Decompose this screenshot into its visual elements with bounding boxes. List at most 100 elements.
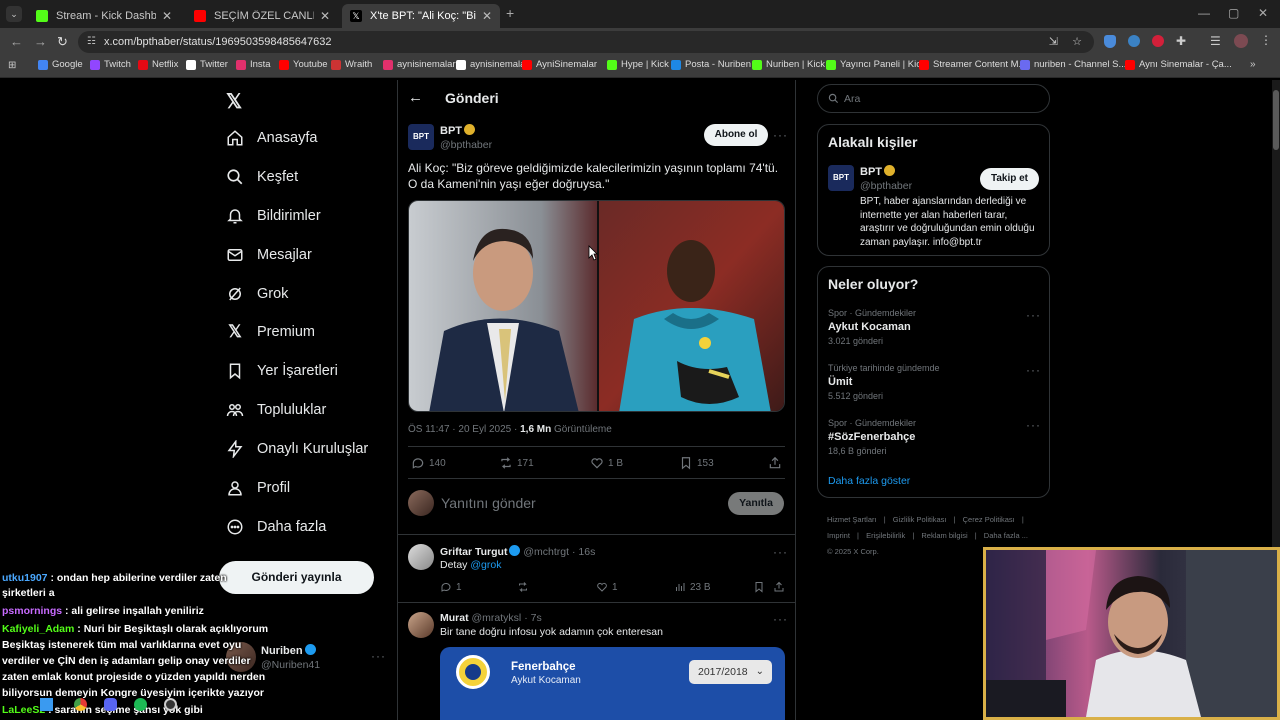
profile-avatar-icon[interactable] bbox=[1234, 34, 1248, 48]
apps-icon[interactable]: ⊞ bbox=[8, 60, 16, 71]
back-icon[interactable]: ← bbox=[10, 34, 23, 49]
bookmark-item[interactable]: Youtube bbox=[279, 59, 328, 70]
maximize-button[interactable]: ▢ bbox=[1228, 6, 1239, 20]
star-icon[interactable]: ☆ bbox=[1072, 31, 1082, 53]
install-icon[interactable]: ⇲ bbox=[1049, 31, 1058, 53]
reply-1[interactable]: Griftar Turgut @mchtrgt · 16s Detay @gro… bbox=[398, 535, 795, 602]
discord-icon[interactable] bbox=[104, 698, 117, 711]
bookmark-item[interactable]: Twitch bbox=[90, 59, 131, 70]
trend-more-icon[interactable]: ··· bbox=[1026, 363, 1041, 377]
chrome-icon[interactable] bbox=[74, 698, 87, 711]
reply-button[interactable]: Yanıtla bbox=[728, 492, 784, 515]
close-icon[interactable]: ✕ bbox=[320, 9, 330, 23]
window-close-button[interactable]: ✕ bbox=[1258, 6, 1268, 20]
reply-author-name[interactable]: Griftar Turgut bbox=[440, 546, 507, 558]
bookmark-item[interactable]: aynisinemalar bbox=[383, 59, 456, 70]
extension-shield-icon[interactable] bbox=[1104, 35, 1116, 48]
mention-link[interactable]: @grok bbox=[470, 559, 501, 571]
minimize-button[interactable]: — bbox=[1198, 6, 1210, 20]
like-action[interactable]: 1 B bbox=[590, 456, 623, 470]
bookmark-item[interactable]: Wraith bbox=[331, 59, 372, 70]
bookmark-action[interactable] bbox=[753, 581, 769, 593]
close-icon[interactable]: ✕ bbox=[162, 9, 172, 23]
site-info-icon[interactable]: ☷ bbox=[87, 31, 96, 53]
share-action[interactable] bbox=[768, 456, 786, 470]
bookmark-item[interactable]: Nuriben | Kick bbox=[752, 59, 825, 70]
tab-search-icon[interactable]: ⌄ bbox=[6, 6, 22, 22]
sidebar-item-more[interactable]: Daha fazla bbox=[226, 513, 326, 541]
post-image[interactable] bbox=[408, 200, 785, 412]
bookmark-item[interactable]: Posta - Nuriben bbox=[671, 59, 751, 70]
trend-item[interactable]: Türkiye tarihinde gündemde Ümit 5.512 gö… bbox=[828, 363, 1041, 401]
sidebar-item-premium[interactable]: 𝕏 Premium bbox=[226, 318, 315, 346]
sidebar-item-bookmarks[interactable]: Yer İşaretleri bbox=[226, 357, 338, 385]
trend-item[interactable]: Spor · Gündemdekiler Aykut Kocaman 3.021… bbox=[828, 308, 1041, 346]
address-bar[interactable]: ☷ x.com/bpthaber/status/1969503598485647… bbox=[78, 31, 1094, 53]
person-avatar[interactable]: BPT bbox=[828, 165, 854, 191]
windows-icon[interactable] bbox=[40, 698, 53, 711]
bookmark-item[interactable]: aynisinemalar bbox=[456, 59, 529, 70]
repost-action[interactable]: 171 bbox=[499, 456, 534, 470]
bookmark-action[interactable]: 153 bbox=[679, 456, 714, 470]
sidebar-item-grok[interactable]: Grok bbox=[226, 280, 288, 308]
spotify-icon[interactable] bbox=[134, 698, 147, 711]
post-button[interactable]: Gönderi yayınla bbox=[219, 561, 374, 594]
bookmark-item[interactable]: Hype | Kick bbox=[607, 59, 669, 70]
reply-more-icon[interactable]: ··· bbox=[773, 545, 788, 559]
sidebar-item-explore[interactable]: Keşfet bbox=[226, 163, 298, 191]
post-author-handle[interactable]: @bpthaber bbox=[440, 139, 492, 151]
sidebar-item-notifications[interactable]: Bildirimler bbox=[226, 202, 321, 230]
search-input[interactable]: Ara bbox=[817, 84, 1050, 113]
bookmark-item[interactable]: Twitter bbox=[186, 59, 228, 70]
season-select[interactable]: 2017/2018 ⌄ bbox=[689, 660, 772, 684]
scrollbar-thumb[interactable] bbox=[1273, 90, 1279, 150]
footer-link[interactable]: Hizmet Şartları bbox=[827, 515, 877, 524]
post-more-icon[interactable]: ··· bbox=[773, 128, 788, 142]
bookmark-item[interactable]: nuriben - Channel S... bbox=[1020, 59, 1126, 70]
reply-input[interactable]: Yanıtını gönder bbox=[441, 495, 536, 511]
like-action[interactable]: 1 bbox=[596, 581, 618, 593]
tab-youtube[interactable]: SEÇİM ÖZEL CANLI | Kulübü ✕ bbox=[186, 4, 338, 28]
extension-red-icon[interactable] bbox=[1152, 35, 1164, 47]
views-action[interactable]: 23 B bbox=[674, 581, 711, 593]
reply-author-name[interactable]: Murat bbox=[440, 612, 469, 624]
footer-link[interactable]: Erişilebilirlik bbox=[866, 531, 905, 540]
bookmark-item[interactable]: Insta bbox=[236, 59, 271, 70]
reply-action[interactable]: 1 bbox=[440, 581, 462, 593]
follow-button[interactable]: Takip et bbox=[980, 168, 1039, 190]
menu-icon[interactable]: ⋮ bbox=[1260, 33, 1272, 47]
trend-more-icon[interactable]: ··· bbox=[1026, 308, 1041, 322]
bookmark-item[interactable]: AyniSinemalar bbox=[522, 59, 597, 70]
back-arrow-icon[interactable]: ← bbox=[408, 89, 423, 106]
sidebar-item-home[interactable]: Anasayfa bbox=[226, 124, 317, 152]
repost-action[interactable] bbox=[517, 581, 533, 593]
footer-link[interactable]: Çerez Politikası bbox=[963, 515, 1015, 524]
tab-kick-dashboard[interactable]: Stream - Kick Dashboard ✕ bbox=[28, 4, 180, 28]
footer-link[interactable]: Daha fazla ... bbox=[984, 531, 1028, 540]
post-author-avatar[interactable]: BPT bbox=[408, 124, 434, 150]
share-action[interactable] bbox=[773, 581, 789, 593]
bookmark-item[interactable]: Netflix bbox=[138, 59, 178, 70]
x-logo-icon[interactable]: 𝕏 bbox=[226, 89, 242, 114]
person-name[interactable]: BPT bbox=[860, 166, 882, 178]
footer-link[interactable]: Gizlilik Politikası bbox=[893, 515, 947, 524]
subscribe-button[interactable]: Abone ol bbox=[704, 124, 768, 146]
sidebar-item-messages[interactable]: Mesajlar bbox=[226, 241, 312, 269]
show-more-link[interactable]: Daha fazla göster bbox=[828, 475, 910, 487]
bookmark-item[interactable]: Streamer Content M... bbox=[919, 59, 1026, 70]
reply-2[interactable]: Murat @mratyksl · 7s Bir tane doğru info… bbox=[398, 603, 795, 720]
footer-link[interactable]: Imprint bbox=[827, 531, 850, 540]
reload-icon[interactable]: ↻ bbox=[57, 34, 68, 50]
embedded-card[interactable]: Fenerbahçe Aykut Kocaman 2017/2018 ⌄ bbox=[440, 647, 785, 720]
new-tab-button[interactable]: + bbox=[506, 5, 514, 21]
forward-icon[interactable]: → bbox=[34, 34, 47, 49]
close-icon[interactable]: ✕ bbox=[482, 9, 492, 23]
sidebar-item-communities[interactable]: Topluluklar bbox=[226, 396, 326, 424]
post-author-name[interactable]: BPT bbox=[440, 125, 462, 137]
bookmark-item[interactable]: Aynı Sinemalar - Ça... bbox=[1125, 59, 1232, 70]
media-icon[interactable]: ☰ bbox=[1210, 34, 1221, 48]
tab-x-post[interactable]: 𝕏 X'te BPT: "Ali Koç: "Biz göreve g ✕ bbox=[342, 4, 500, 28]
bookmark-item[interactable]: Google bbox=[38, 59, 83, 70]
trend-more-icon[interactable]: ··· bbox=[1026, 418, 1041, 432]
more-bookmarks-icon[interactable]: » bbox=[1250, 59, 1256, 70]
